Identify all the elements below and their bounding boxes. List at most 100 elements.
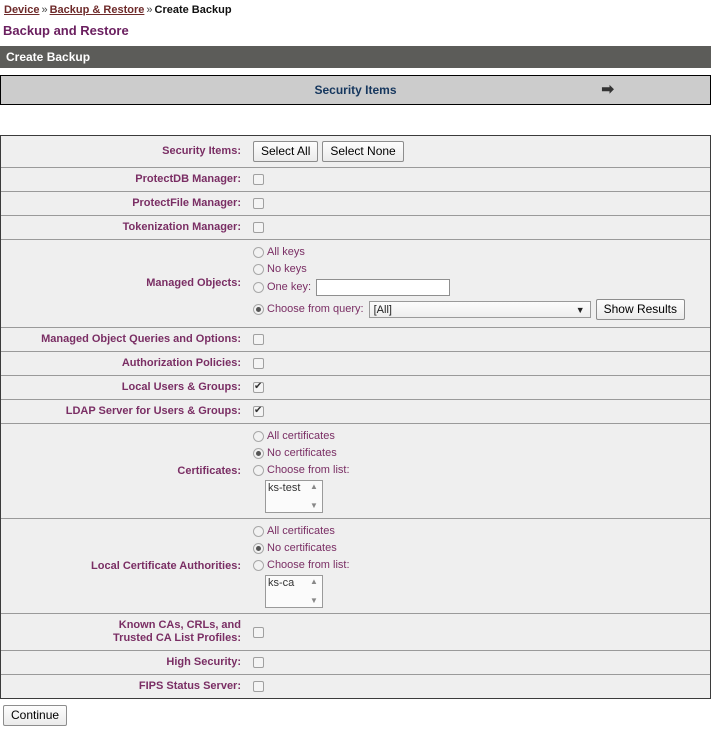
radio-certificates-choose-list[interactable]: [253, 465, 264, 476]
label-authorization-policies: Authorization Policies:: [1, 352, 249, 376]
certificates-listbox[interactable]: ks-test ▲ ▼: [265, 480, 323, 513]
field-high-security: [249, 651, 710, 675]
field-certificates: All certificates No certificates Choose …: [249, 424, 710, 519]
radio-row-cert-none: No certificates: [253, 446, 706, 461]
checkbox-local-users-groups[interactable]: [253, 382, 264, 393]
table-row-high-security: High Security:: [1, 651, 710, 675]
label-known-cas: Known CAs, CRLs, and Trusted CA List Pro…: [1, 614, 249, 651]
field-local-cert-authorities: All certificates No certificates Choose …: [249, 519, 710, 614]
table-row-authorization-policies: Authorization Policies:: [1, 352, 710, 376]
table-row-certificates: Certificates: All certificates No certif…: [1, 424, 710, 519]
scroll-down-icon[interactable]: ▼: [310, 502, 318, 510]
ca-listbox-item[interactable]: ks-ca: [268, 577, 294, 589]
field-protectfile-manager: [249, 192, 710, 216]
field-protectdb-manager: [249, 168, 710, 192]
radio-row-cert-list: Choose from list:: [253, 463, 706, 478]
checkbox-fips-status-server[interactable]: [253, 681, 264, 692]
security-items-table: Security Items: Select AllSelect None Pr…: [1, 136, 710, 698]
label-security-items: Security Items:: [1, 136, 249, 168]
continue-button[interactable]: Continue: [3, 705, 67, 726]
table-row-ldap-server: LDAP Server for Users & Groups:: [1, 400, 710, 424]
radio-row-one-key: One key:: [253, 279, 706, 296]
label-certificates: Certificates:: [1, 424, 249, 519]
one-key-input[interactable]: [316, 279, 450, 296]
label-protectdb-manager: ProtectDB Manager:: [1, 168, 249, 192]
checkbox-ldap-server[interactable]: [253, 406, 264, 417]
label-tokenization-manager: Tokenization Manager:: [1, 216, 249, 240]
breadcrumb-link-device[interactable]: Device: [4, 4, 39, 16]
radio-label-choose-from-query: Choose from query:: [267, 303, 364, 316]
radio-choose-from-query[interactable]: [253, 304, 264, 315]
table-row-protectdb-manager: ProtectDB Manager:: [1, 168, 710, 192]
table-row-security-items: Security Items: Select AllSelect None: [1, 136, 710, 168]
select-none-button[interactable]: Select None: [322, 141, 403, 162]
field-managed-object-queries: [249, 328, 710, 352]
query-select[interactable]: [All] ▼: [369, 301, 591, 318]
breadcrumb: Device»Backup & Restore»Create Backup: [0, 0, 711, 17]
breadcrumb-separator-2: »: [144, 4, 154, 16]
ca-listbox[interactable]: ks-ca ▲ ▼: [265, 575, 323, 608]
field-authorization-policies: [249, 352, 710, 376]
table-row-local-cert-authorities: Local Certificate Authorities: All certi…: [1, 519, 710, 614]
field-tokenization-manager: [249, 216, 710, 240]
label-high-security: High Security:: [1, 651, 249, 675]
label-managed-object-queries: Managed Object Queries and Options:: [1, 328, 249, 352]
label-protectfile-manager: ProtectFile Manager:: [1, 192, 249, 216]
ca-listbox-scrollbar[interactable]: ▲ ▼: [309, 577, 321, 606]
breadcrumb-link-backup-restore[interactable]: Backup & Restore: [50, 4, 145, 16]
radio-row-ca-all: All certificates: [253, 524, 706, 539]
radio-ca-none[interactable]: [253, 543, 264, 554]
show-results-button[interactable]: Show Results: [596, 299, 685, 320]
field-fips-status-server: [249, 675, 710, 699]
radio-label-certificates-choose-list: Choose from list:: [267, 464, 350, 477]
radio-row-ca-none: No certificates: [253, 541, 706, 556]
label-known-cas-line2: Trusted CA List Profiles:: [113, 632, 241, 644]
radio-label-one-key: One key:: [267, 281, 311, 294]
field-local-users-groups: [249, 376, 710, 400]
radio-row-choose-from-query: Choose from query: [All] ▼ Show Results: [253, 299, 706, 320]
breadcrumb-current-create-backup: Create Backup: [155, 4, 232, 16]
radio-all-keys[interactable]: [253, 247, 264, 258]
label-fips-status-server: FIPS Status Server:: [1, 675, 249, 699]
scroll-up-icon[interactable]: ▲: [310, 578, 318, 586]
checkbox-authorization-policies[interactable]: [253, 358, 264, 369]
scroll-up-icon[interactable]: ▲: [310, 483, 318, 491]
radio-no-keys[interactable]: [253, 264, 264, 275]
checkbox-protectdb-manager[interactable]: [253, 174, 264, 185]
radio-row-ca-list: Choose from list:: [253, 558, 706, 573]
security-items-form: Security Items: Select AllSelect None Pr…: [0, 135, 711, 699]
wizard-step-bar: Security Items ➡: [0, 75, 711, 105]
select-all-button[interactable]: Select All: [253, 141, 318, 162]
table-row-managed-objects: Managed Objects: All keys No keys One ke…: [1, 240, 710, 328]
field-known-cas: [249, 614, 710, 651]
field-managed-objects: All keys No keys One key: Choose from qu…: [249, 240, 710, 328]
radio-label-all-keys: All keys: [267, 246, 305, 259]
radio-ca-choose-list[interactable]: [253, 560, 264, 571]
page-title: Backup and Restore: [0, 17, 711, 39]
form-footer: Continue: [0, 705, 711, 726]
checkbox-high-security[interactable]: [253, 657, 264, 668]
radio-one-key[interactable]: [253, 282, 264, 293]
radio-row-all-keys: All keys: [253, 245, 706, 260]
table-row-protectfile-manager: ProtectFile Manager:: [1, 192, 710, 216]
radio-ca-all[interactable]: [253, 526, 264, 537]
certificates-listbox-item[interactable]: ks-test: [268, 482, 300, 494]
checkbox-known-cas[interactable]: [253, 627, 264, 638]
table-row-fips-status-server: FIPS Status Server:: [1, 675, 710, 699]
checkbox-managed-object-queries[interactable]: [253, 334, 264, 345]
radio-label-no-keys: No keys: [267, 263, 307, 276]
radio-certificates-none[interactable]: [253, 448, 264, 459]
section-header-create-backup: Create Backup: [0, 46, 711, 68]
field-security-items-buttons: Select AllSelect None: [249, 136, 710, 168]
table-row-tokenization-manager: Tokenization Manager:: [1, 216, 710, 240]
radio-row-no-keys: No keys: [253, 262, 706, 277]
label-local-users-groups: Local Users & Groups:: [1, 376, 249, 400]
checkbox-protectfile-manager[interactable]: [253, 198, 264, 209]
label-managed-objects: Managed Objects:: [1, 240, 249, 328]
checkbox-tokenization-manager[interactable]: [253, 222, 264, 233]
scroll-down-icon[interactable]: ▼: [310, 597, 318, 605]
table-row-local-users-groups: Local Users & Groups:: [1, 376, 710, 400]
radio-certificates-all[interactable]: [253, 431, 264, 442]
table-row-known-cas: Known CAs, CRLs, and Trusted CA List Pro…: [1, 614, 710, 651]
certificates-listbox-scrollbar[interactable]: ▲ ▼: [309, 482, 321, 511]
